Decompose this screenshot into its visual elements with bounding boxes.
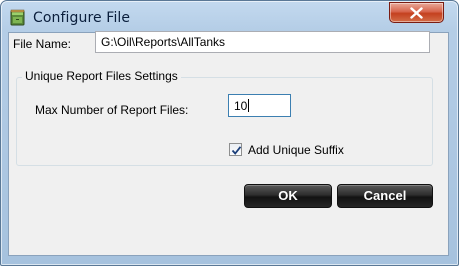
max-report-files-value: 10 [234,99,248,113]
file-name-input[interactable]: G:\Oil\Reports\AllTanks [95,31,430,53]
add-unique-suffix-label[interactable]: Add Unique Suffix [248,143,344,157]
max-report-files-input[interactable]: 10 [228,94,291,117]
window-title: Configure File [33,10,131,26]
title-bar[interactable]: Configure File [1,1,458,32]
max-report-files-label: Max Number of Report Files: [35,103,189,117]
close-button[interactable] [389,2,444,23]
file-cabinet-icon [9,9,26,26]
cancel-button[interactable]: Cancel [337,184,433,208]
ok-button[interactable]: OK [244,184,332,208]
unique-report-files-group [16,77,433,166]
text-caret [248,99,250,112]
group-legend: Unique Report Files Settings [22,69,181,83]
add-unique-suffix-checkbox[interactable] [229,143,242,156]
file-name-label: File Name: [13,37,72,51]
